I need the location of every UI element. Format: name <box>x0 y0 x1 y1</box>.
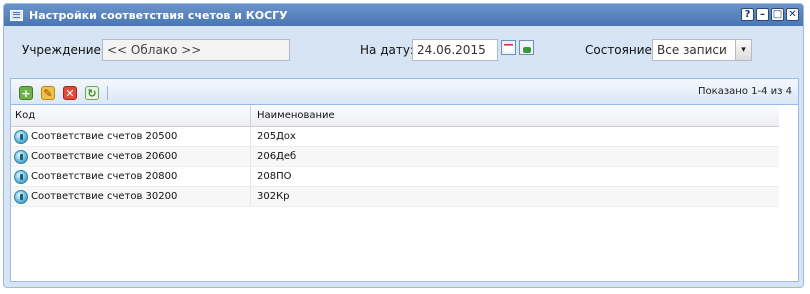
info-icon <box>14 189 28 204</box>
accounts-kosgu-window: Настройки соответствия счетов и КОСГУ ? … <box>3 3 804 288</box>
help-button[interactable]: ? <box>741 8 754 21</box>
date-field[interactable]: 24.06.2015 <box>412 39 498 61</box>
code-text: Соответствие счетов 30200 <box>31 191 178 202</box>
code-cell: Соответствие счетов 20800 <box>11 167 251 186</box>
window-title: Настройки соответствия счетов и КОСГУ <box>29 8 288 22</box>
table-row[interactable]: Соответствие счетов 30200 302Кр <box>11 187 779 207</box>
code-text: Соответствие счетов 20800 <box>31 171 178 182</box>
apply-date-icon[interactable] <box>519 40 534 55</box>
name-cell: 302Кр <box>257 191 290 202</box>
delete-icon[interactable]: ✕ <box>63 86 77 100</box>
code-text: Соответствие счетов 20600 <box>31 151 178 162</box>
window-tools: ? – □ ✕ <box>741 8 799 21</box>
name-cell: 208ПО <box>257 171 292 182</box>
chevron-down-icon[interactable]: ▾ <box>735 39 752 61</box>
close-button[interactable]: ✕ <box>786 8 799 21</box>
filter-bar: Учреждение: << Облако >> На дату: 24.06.… <box>10 30 799 76</box>
window-titlebar[interactable]: Настройки соответствия счетов и КОСГУ ? … <box>4 4 803 26</box>
code-cell: Соответствие счетов 20500 <box>11 127 251 146</box>
info-icon <box>14 149 28 164</box>
maximize-button[interactable]: □ <box>771 8 784 21</box>
code-cell: Соответствие счетов 20600 <box>11 147 251 166</box>
edit-icon[interactable]: ✎ <box>41 86 55 100</box>
code-text: Соответствие счетов 20500 <box>31 131 178 142</box>
column-header-name[interactable]: Наименование <box>251 105 779 126</box>
add-icon[interactable]: + <box>19 86 33 100</box>
name-cell: 205Дох <box>257 131 296 142</box>
name-cell: 206Деб <box>257 151 297 162</box>
table-row[interactable]: Соответствие счетов 20600 206Деб <box>11 147 779 167</box>
grid-panel: + ✎ ✕ ↻ Показано 1-4 из 4 Код Наименован… <box>10 78 799 282</box>
institution-field[interactable]: << Облако >> <box>102 39 290 61</box>
info-icon <box>14 169 28 184</box>
grid-toolbar: + ✎ ✕ ↻ Показано 1-4 из 4 <box>11 79 798 105</box>
date-label: На дату: <box>360 43 414 57</box>
grid-header: Код Наименование <box>11 105 779 127</box>
code-cell: Соответствие счетов 30200 <box>11 187 251 206</box>
state-select[interactable]: Все записи <box>652 39 736 61</box>
column-header-code[interactable]: Код <box>11 105 251 126</box>
info-icon <box>14 129 28 144</box>
grid-icon <box>10 9 23 21</box>
minimize-button[interactable]: – <box>756 8 769 21</box>
state-label: Состояние: <box>585 43 656 57</box>
table-row[interactable]: Соответствие счетов 20800 208ПО <box>11 167 779 187</box>
refresh-icon[interactable]: ↻ <box>85 86 99 100</box>
table-row[interactable]: Соответствие счетов 20500 205Дох <box>11 127 779 147</box>
paging-info: Показано 1-4 из 4 <box>698 86 792 97</box>
institution-label: Учреждение: <box>22 43 105 57</box>
calendar-icon[interactable] <box>501 40 516 55</box>
toolbar-separator <box>107 86 108 100</box>
